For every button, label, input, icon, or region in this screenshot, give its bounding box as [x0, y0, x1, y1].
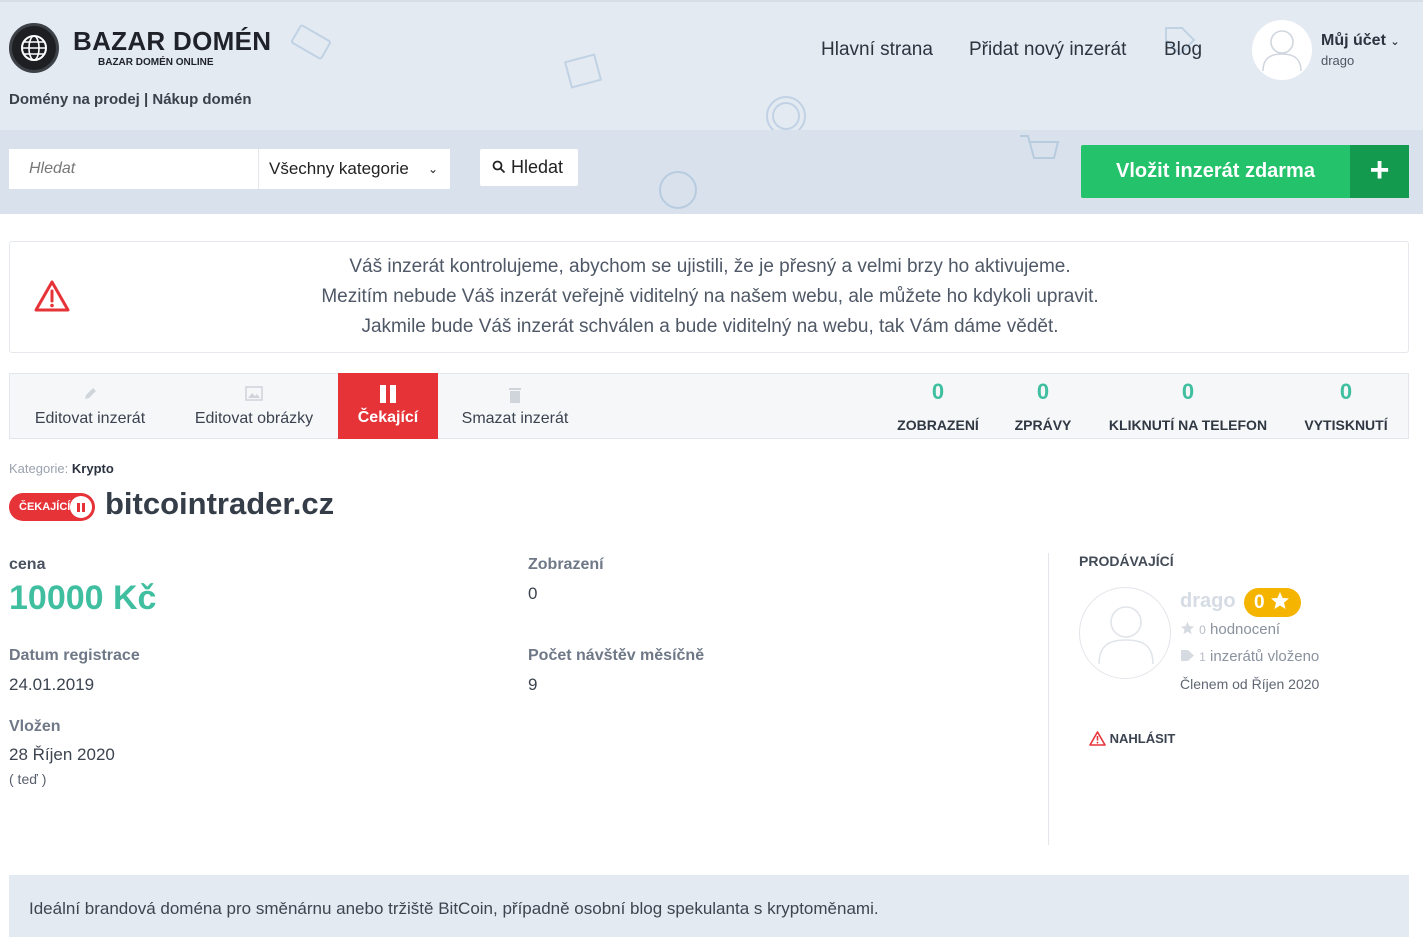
category-select[interactable]: Všechny kategorie ⌄ [258, 149, 450, 189]
edit-images-label: Editovat obrázky [194, 410, 314, 427]
seller-heading: PRODÁVAJÍCÍ [1079, 553, 1174, 569]
price-value: 10000 Kč [9, 579, 157, 617]
header-top: BAZAR DOMÉN BAZAR DOMÉN ONLINE Domény na… [0, 2, 1423, 136]
account-menu[interactable]: Můj účet ⌄ [1321, 32, 1400, 50]
seller-reviews-count: 0 [1199, 623, 1206, 637]
search-input[interactable] [9, 149, 258, 189]
seller-name-link[interactable]: drago [1180, 590, 1236, 613]
seller-rating-badge: 0 [1244, 588, 1301, 617]
edit-listing-label: Editovat inzerát [34, 410, 146, 427]
stat-prints-value: 0 [1339, 379, 1353, 404]
category-label: Kategorie: [9, 461, 69, 476]
report-listing-link[interactable]: NAHLÁSIT [1089, 731, 1175, 746]
gift-icon [563, 53, 603, 89]
pencil-icon [85, 388, 96, 399]
posted-ago: ( teď ) [9, 771, 47, 787]
money-icon [291, 24, 331, 60]
logo-title[interactable]: BAZAR DOMÉN [73, 26, 271, 57]
listing-title: bitcointrader.cz [105, 486, 335, 521]
stat-prints-label: VYTISKNUTÍ [1304, 417, 1388, 433]
moderation-notice: Váš inzerát kontrolujeme, abychom se uji… [9, 241, 1409, 353]
seller-reviews: 0 hodnocení [1180, 621, 1280, 638]
plus-icon: + [1350, 145, 1409, 198]
star-outline-icon [1180, 621, 1195, 635]
site-tagline: Domény na prodej | Nákup domén [9, 91, 252, 108]
pause-icon [70, 496, 92, 518]
views-label: Zobrazení [528, 556, 604, 573]
delete-listing-button[interactable]: Smazat inzerát [450, 374, 580, 438]
seller-ads: 1 inzerátů vloženo [1180, 648, 1319, 665]
category-breadcrumb: Kategorie: Krypto [9, 461, 114, 476]
stat-phone-clicks-label: KLIKNUTÍ NA TELEFON [1108, 417, 1268, 433]
notice-line-3: Jakmile bude Váš inzerát schválen a bude… [361, 316, 1059, 337]
price-label: cena [9, 556, 46, 573]
notice-line-1: Váš inzerát kontrolujeme, abychom se uji… [349, 256, 1071, 277]
seller-member-since: Členem od Říjen 2020 [1180, 676, 1320, 692]
search-button-label: Hledat [511, 157, 564, 177]
status-badge: ČEKAJÍCÍ [9, 493, 95, 521]
nav-blog-link[interactable]: Blog [1164, 39, 1202, 61]
monthly-visits-value: 9 [528, 675, 538, 694]
registration-date-label: Datum registrace [9, 647, 140, 664]
user-icon [1098, 606, 1154, 665]
seller-ads-label: inzerátů vloženo [1210, 648, 1320, 665]
stat-views-value: 0 [931, 379, 945, 404]
notice-line-2: Mezitím nebude Váš inzerát veřejně vidit… [321, 286, 1099, 307]
chevron-down-icon: ⌄ [1390, 36, 1400, 48]
logo-subtitle: BAZAR DOMÉN ONLINE [98, 57, 214, 68]
registration-date-value: 24.01.2019 [9, 675, 95, 694]
stat-views-label: ZOBRAZENÍ [897, 417, 979, 433]
pending-status-label: Čekající [357, 409, 419, 426]
site-header: BAZAR DOMÉN BAZAR DOMÉN ONLINE Domény na… [0, 0, 1423, 214]
account-avatar[interactable] [1252, 20, 1312, 80]
chevron-down-icon: ⌄ [427, 162, 438, 176]
seller-avatar[interactable] [1079, 587, 1171, 679]
pause-icon [380, 385, 396, 403]
tag-icon [1181, 650, 1194, 661]
delete-listing-label: Smazat inzerát [461, 410, 569, 427]
posted-label: Vložen [9, 718, 61, 735]
user-icon [1262, 30, 1302, 72]
edit-listing-button[interactable]: Editovat inzerát [20, 374, 160, 438]
column-divider [1048, 553, 1049, 845]
stat-phone-clicks-value: 0 [1181, 379, 1195, 404]
seller-reviews-label: hodnocení [1210, 621, 1281, 638]
report-label: NAHLÁSIT [1109, 731, 1176, 746]
post-ad-label: Vložit inzerát zdarma [1116, 160, 1315, 182]
star-icon [1270, 592, 1289, 609]
category-link[interactable]: Krypto [72, 461, 114, 476]
edit-images-button[interactable]: Editovat obrázky [180, 374, 328, 438]
search-button[interactable]: Hledat [480, 149, 578, 186]
stat-messages-label: ZPRÁVY [1014, 417, 1072, 433]
listing-actions-bar: Editovat inzerát Editovat obrázky Čekají… [9, 373, 1409, 439]
stat-messages-value: 0 [1036, 379, 1050, 404]
seller-rating-value: 0 [1254, 592, 1265, 613]
nav-home-link[interactable]: Hlavní strana [821, 39, 933, 61]
description-text: Ideální brandová doména pro směnárnu ane… [29, 899, 879, 918]
cart-icon [1020, 135, 1060, 159]
post-ad-free-button[interactable]: Vložit inzerát zdarma + [1081, 145, 1409, 198]
account-username: drago [1321, 53, 1355, 68]
pending-status-button[interactable]: Čekající [338, 373, 438, 439]
views-value: 0 [528, 584, 538, 603]
warning-icon [1089, 731, 1106, 746]
category-select-value: Všechny kategorie [269, 159, 409, 178]
logo-icon[interactable] [9, 23, 59, 73]
nav-add-listing-link[interactable]: Přidat nový inzerát [969, 39, 1126, 61]
status-badge-label: ČEKAJÍCÍ [19, 501, 71, 513]
account-label: Můj účet [1321, 32, 1386, 49]
listing-description: Ideální brandová doména pro směnárnu ane… [9, 875, 1409, 937]
posted-date: 28 Říjen 2020 [9, 745, 115, 764]
image-icon [245, 386, 263, 401]
new-badge-icon [659, 171, 697, 209]
monthly-visits-label: Počet návštěv měsíčně [528, 647, 705, 664]
trash-icon [509, 388, 521, 403]
seller-ads-count: 1 [1199, 650, 1206, 664]
search-icon [492, 160, 506, 174]
